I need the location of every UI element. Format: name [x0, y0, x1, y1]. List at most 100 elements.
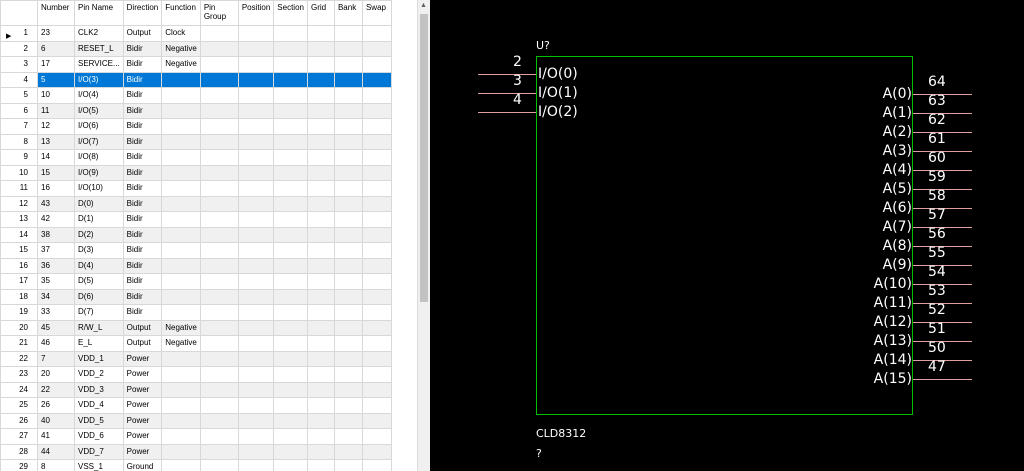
table-cell[interactable] [306, 242, 335, 259]
table-cell[interactable]: Power [122, 428, 163, 445]
table-cell[interactable] [273, 71, 308, 88]
table-cell[interactable] [199, 102, 239, 119]
table-cell[interactable] [237, 71, 275, 88]
row-header[interactable]: 4 [0, 71, 38, 88]
table-cell[interactable] [199, 226, 239, 243]
table-cell[interactable]: D(7) [74, 304, 124, 321]
table-cell[interactable]: Bidir [122, 211, 163, 228]
table-cell[interactable] [333, 102, 363, 119]
table-cell[interactable] [361, 319, 392, 336]
row-header[interactable]: 24 [0, 381, 38, 398]
table-cell[interactable] [161, 350, 201, 367]
table-cell[interactable] [161, 412, 201, 429]
table-cell[interactable] [273, 350, 308, 367]
table-row[interactable]: 3 17 SERVICE... Bidir Negative [0, 56, 392, 73]
table-cell[interactable] [361, 381, 392, 398]
table-cell[interactable]: 46 [37, 335, 75, 352]
table-cell[interactable] [199, 459, 239, 471]
table-row[interactable]: 5 10 I/O(4) Bidir [0, 87, 392, 104]
table-cell[interactable]: Output [122, 335, 163, 352]
table-cell[interactable]: VSS_1 [74, 459, 124, 471]
table-row[interactable]: ▶ 1 23 CLK2 Output Clock [0, 25, 392, 42]
table-cell[interactable] [199, 87, 239, 104]
table-cell[interactable]: 35 [37, 273, 75, 290]
table-cell[interactable] [361, 149, 392, 166]
table-cell[interactable]: Bidir [122, 133, 163, 150]
column-header[interactable]: Number [37, 0, 75, 26]
table-cell[interactable]: Negative [161, 56, 201, 73]
row-header[interactable]: 26 [0, 412, 38, 429]
vertical-scrollbar[interactable]: ▲ [417, 0, 430, 471]
table-cell[interactable] [161, 226, 201, 243]
table-cell[interactable] [199, 149, 239, 166]
table-row[interactable]: 2 6 RESET_L Bidir Negative [0, 40, 392, 57]
table-cell[interactable]: Bidir [122, 118, 163, 135]
table-cell[interactable] [237, 118, 275, 135]
table-row[interactable]: 13 42 D(1) Bidir [0, 211, 392, 228]
table-cell[interactable]: 40 [37, 412, 75, 429]
table-cell[interactable]: Power [122, 397, 163, 414]
table-cell[interactable]: I/O(4) [74, 87, 124, 104]
table-cell[interactable] [333, 335, 363, 352]
table-cell[interactable]: Power [122, 381, 163, 398]
table-row[interactable]: 29 8 VSS_1 Ground [0, 459, 392, 471]
table-cell[interactable]: Power [122, 366, 163, 383]
row-header[interactable]: 16 [0, 257, 38, 274]
table-row[interactable]: 24 22 VDD_3 Power [0, 381, 392, 398]
table-cell[interactable]: Bidir [122, 226, 163, 243]
table-cell[interactable]: 42 [37, 211, 75, 228]
table-cell[interactable] [333, 257, 363, 274]
row-header[interactable]: 7 [0, 118, 38, 135]
table-cell[interactable] [361, 180, 392, 197]
table-cell[interactable] [237, 459, 275, 471]
table-cell[interactable]: 34 [37, 288, 75, 305]
row-header[interactable]: 5 [0, 87, 38, 104]
table-cell[interactable] [361, 133, 392, 150]
table-cell[interactable] [161, 273, 201, 290]
row-header[interactable]: 28 [0, 443, 38, 460]
table-cell[interactable]: I/O(6) [74, 118, 124, 135]
table-cell[interactable] [237, 443, 275, 460]
table-cell[interactable] [306, 102, 335, 119]
table-cell[interactable]: 38 [37, 226, 75, 243]
table-row[interactable]: 17 35 D(5) Bidir [0, 273, 392, 290]
table-cell[interactable]: 22 [37, 381, 75, 398]
table-cell[interactable]: 12 [37, 118, 75, 135]
table-cell[interactable] [237, 164, 275, 181]
table-cell[interactable] [273, 366, 308, 383]
table-cell[interactable] [161, 443, 201, 460]
table-cell[interactable] [273, 428, 308, 445]
table-cell[interactable] [161, 71, 201, 88]
table-cell[interactable]: Bidir [122, 257, 163, 274]
table-cell[interactable] [199, 164, 239, 181]
table-cell[interactable] [361, 428, 392, 445]
table-cell[interactable]: Power [122, 443, 163, 460]
table-cell[interactable]: Power [122, 412, 163, 429]
table-cell[interactable] [273, 133, 308, 150]
column-header[interactable]: Grid [306, 0, 335, 26]
table-cell[interactable] [333, 195, 363, 212]
table-cell[interactable] [273, 40, 308, 57]
table-cell[interactable] [273, 87, 308, 104]
table-cell[interactable] [361, 87, 392, 104]
table-cell[interactable] [306, 180, 335, 197]
table-cell[interactable] [333, 397, 363, 414]
table-cell[interactable] [306, 366, 335, 383]
table-cell[interactable] [237, 335, 275, 352]
row-header[interactable]: 2 [0, 40, 38, 57]
scroll-up-arrow-icon[interactable]: ▲ [420, 2, 427, 9]
table-cell[interactable]: Negative [161, 335, 201, 352]
table-cell[interactable] [306, 381, 335, 398]
table-cell[interactable]: Negative [161, 40, 201, 57]
row-header[interactable]: 18 [0, 288, 38, 305]
table-cell[interactable]: I/O(8) [74, 149, 124, 166]
table-cell[interactable]: Bidir [122, 149, 163, 166]
ref-designator[interactable]: U? [536, 38, 550, 54]
table-cell[interactable] [161, 257, 201, 274]
table-cell[interactable]: Output [122, 25, 163, 42]
table-cell[interactable] [237, 40, 275, 57]
row-header[interactable]: 11 [0, 180, 38, 197]
table-cell[interactable]: 16 [37, 180, 75, 197]
table-cell[interactable] [333, 118, 363, 135]
table-cell[interactable]: 14 [37, 149, 75, 166]
